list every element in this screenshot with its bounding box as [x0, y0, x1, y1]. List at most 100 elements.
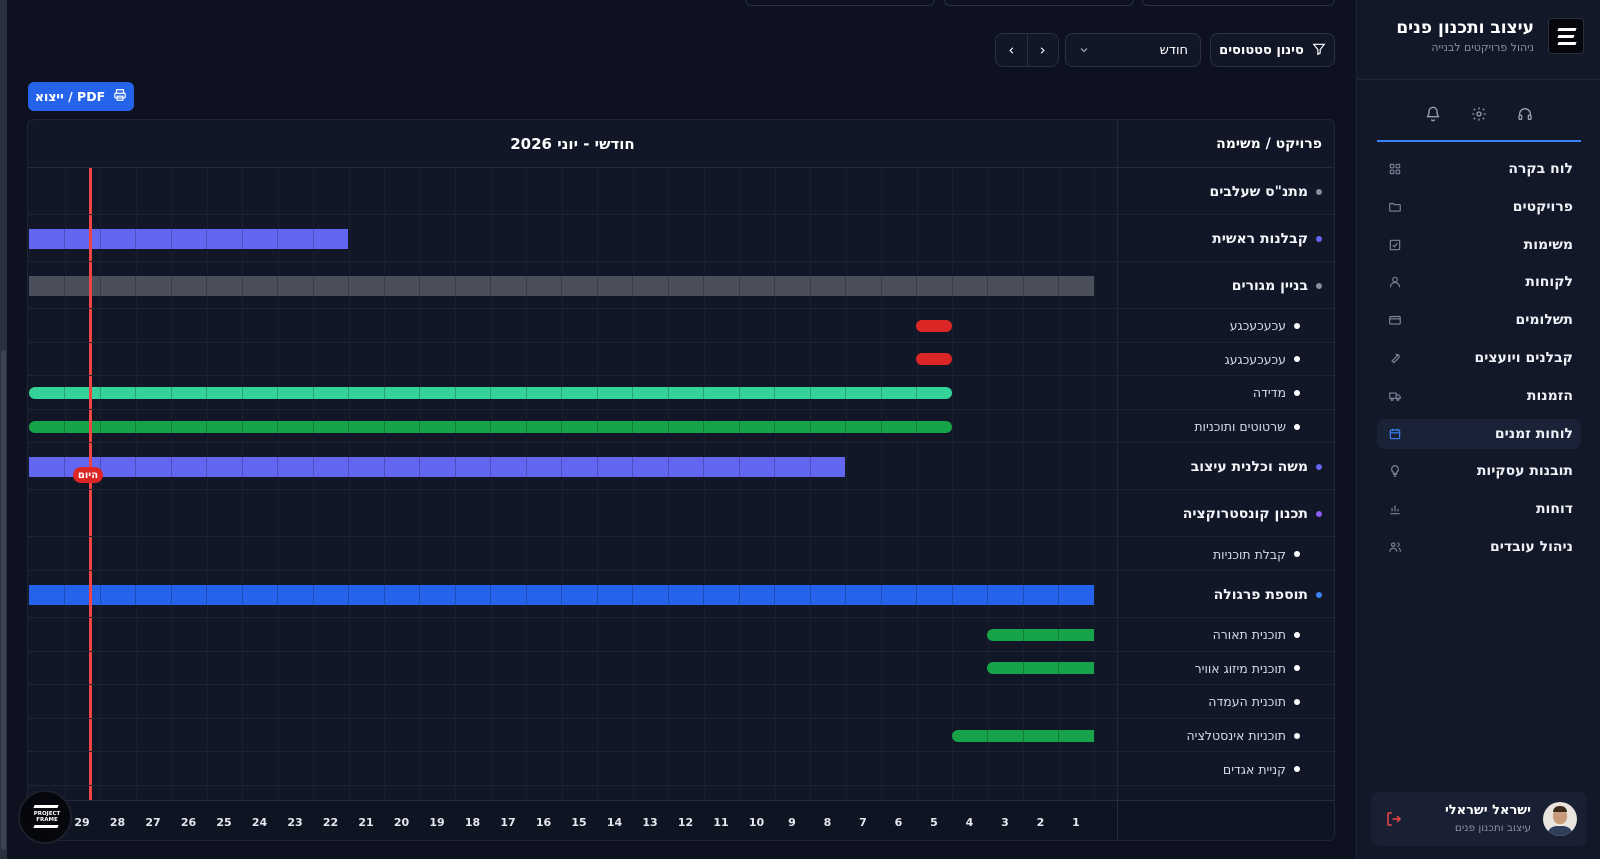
view-mode-select[interactable]: חודש	[1065, 33, 1201, 67]
bar-day-divider	[774, 584, 776, 605]
task-row-label[interactable]: קניית אגדים	[1117, 752, 1334, 786]
bar-day-divider	[383, 584, 385, 605]
users-icon	[1387, 539, 1403, 555]
task-row-label[interactable]: תוכנית העמדה	[1117, 685, 1334, 719]
day-label: 9	[788, 815, 796, 829]
bar-day-divider	[277, 456, 279, 477]
gantt-bar[interactable]	[916, 319, 952, 332]
row-label-text: בניין מגורים	[1231, 277, 1308, 294]
project-frame-logo[interactable]: PROJECT FRAME	[18, 790, 72, 844]
scrollbar-thumb[interactable]	[1, 350, 6, 850]
day-label: 4	[965, 815, 974, 829]
task-row-label[interactable]: קבלת תוכניות	[1117, 537, 1334, 571]
status-filter-button[interactable]: סינון סטטוסים	[1210, 33, 1335, 67]
day-label: 11	[713, 815, 729, 829]
bar-day-divider	[809, 456, 811, 477]
sidebar-item-checkbox[interactable]: משימות	[1377, 230, 1581, 260]
bar-day-divider	[64, 584, 66, 605]
task-row-label[interactable]: תוכנית תאורה	[1117, 618, 1334, 652]
sidebar-item-calendar[interactable]: לוחות זמנים	[1377, 418, 1581, 449]
gantt-timeline	[28, 168, 1117, 800]
bar-day-divider	[561, 387, 563, 399]
sidebar-item-lightbulb[interactable]: תובנות עסקיות	[1377, 456, 1581, 486]
sidebar-item-label: לקוחות	[1525, 274, 1573, 291]
top-tab-outline-1[interactable]	[1142, 0, 1335, 6]
row-label-text: עכעכעכגעג	[1224, 351, 1286, 367]
period-navigation	[995, 33, 1059, 67]
calendar-icon	[1387, 426, 1403, 442]
bar-day-divider	[916, 387, 918, 399]
sidebar-item-user[interactable]: לקוחות	[1377, 267, 1581, 297]
bar-day-divider	[206, 456, 208, 477]
task-row-label[interactable]: מדידה	[1117, 376, 1334, 410]
bell-icon[interactable]	[1423, 104, 1443, 124]
gantt-bar[interactable]	[28, 584, 1094, 605]
project-row-label[interactable]: מתנ"ס שעלבים	[1117, 168, 1334, 215]
project-row-label[interactable]: קבלנות ראשית	[1117, 215, 1334, 262]
sidebar-item-dashboard[interactable]: לוח בקרה	[1377, 154, 1581, 184]
task-row-label[interactable]: עכעכעכגעג	[1117, 343, 1334, 377]
gantt-bar[interactable]	[28, 228, 349, 249]
sidebar-item-bar-chart[interactable]: דוחות	[1377, 494, 1581, 524]
row-label-text: קבלנות ראשית	[1212, 230, 1308, 247]
bar-day-divider	[490, 387, 492, 399]
gantt-bar[interactable]	[28, 420, 952, 433]
sidebar-item-truck[interactable]: הזמנות	[1377, 381, 1581, 411]
row-divider	[28, 489, 1334, 491]
bar-day-divider	[454, 275, 456, 296]
bar-day-divider	[135, 228, 137, 249]
sidebar-item-users[interactable]: ניהול עובדים	[1377, 532, 1581, 562]
bar-day-divider	[845, 387, 847, 399]
bar-day-divider	[596, 456, 598, 477]
headset-icon[interactable]	[1515, 104, 1535, 124]
next-period-button[interactable]	[1028, 34, 1059, 66]
truck-icon	[1387, 388, 1403, 404]
bar-day-divider	[490, 275, 492, 296]
gantt-bar[interactable]	[28, 387, 952, 399]
bar-day-divider	[64, 228, 66, 249]
chevron-down-icon	[1078, 41, 1090, 60]
task-row-label[interactable]: עכעכעכגע	[1117, 309, 1334, 343]
top-tab-outline-2[interactable]	[944, 0, 1134, 6]
bar-day-divider	[490, 456, 492, 477]
project-row-label[interactable]: בניין מגורים	[1117, 262, 1334, 309]
top-tab-outline-3[interactable]	[745, 0, 935, 6]
user-card[interactable]: ישראל ישראלי עיצוב ותכנון פנים	[1371, 792, 1587, 846]
gantt-bar[interactable]	[916, 353, 952, 366]
project-row-label[interactable]: משה וכלנית עיצוב	[1117, 443, 1334, 490]
window-scrollbar[interactable]	[0, 0, 7, 859]
bar-day-divider	[667, 420, 669, 433]
gantt-bar[interactable]	[28, 275, 1094, 296]
bar-day-divider	[206, 228, 208, 249]
row-divider	[28, 214, 1334, 215]
brand[interactable]: עיצוב ותכנון פנים ניהול פרויקטים לבנייה	[1396, 18, 1584, 54]
logout-icon[interactable]	[1385, 810, 1403, 828]
gantt-bar[interactable]	[951, 729, 1094, 742]
bar-day-divider	[170, 275, 172, 296]
gantt-task-list: מתנ"ס שעלבים קבלנות ראשית בניין מגורים עכעכ…	[1117, 168, 1334, 800]
bar-day-divider	[170, 584, 172, 605]
gantt-bar[interactable]	[987, 662, 1094, 675]
bar-day-divider	[951, 584, 953, 605]
bar-day-divider	[774, 420, 776, 433]
sidebar-item-wrench[interactable]: קבלנים ויועצים	[1377, 343, 1581, 373]
bar-day-divider	[419, 584, 421, 605]
project-row-label[interactable]: תכנון קונסטרוקציה	[1117, 490, 1334, 537]
task-row-label[interactable]: תוכנית מיזוג אוויר	[1117, 652, 1334, 686]
task-row-label[interactable]: שרטוטים ותוכניות	[1117, 410, 1334, 444]
sidebar-item-credit-card[interactable]: תשלומים	[1377, 305, 1581, 335]
gantt-bar[interactable]	[28, 456, 846, 477]
bar-day-divider	[206, 584, 208, 605]
previous-period-button[interactable]	[996, 34, 1027, 66]
day-label: 2	[1036, 815, 1045, 829]
gantt-bar[interactable]	[987, 628, 1094, 641]
status-dot	[1316, 188, 1322, 195]
status-dot	[1316, 591, 1322, 598]
project-row-label[interactable]: תוספת פרגולה	[1117, 571, 1334, 618]
brand-subtitle: ניהול פרויקטים לבנייה	[1431, 41, 1534, 54]
bar-day-divider	[454, 456, 456, 477]
gear-icon[interactable]	[1469, 104, 1489, 124]
task-row-label[interactable]: תוכניות אינסטלציה	[1117, 719, 1334, 753]
export-pdf-button[interactable]: ייצוא / PDF	[28, 82, 134, 111]
sidebar-item-folder[interactable]: פרויקטים	[1377, 192, 1581, 222]
